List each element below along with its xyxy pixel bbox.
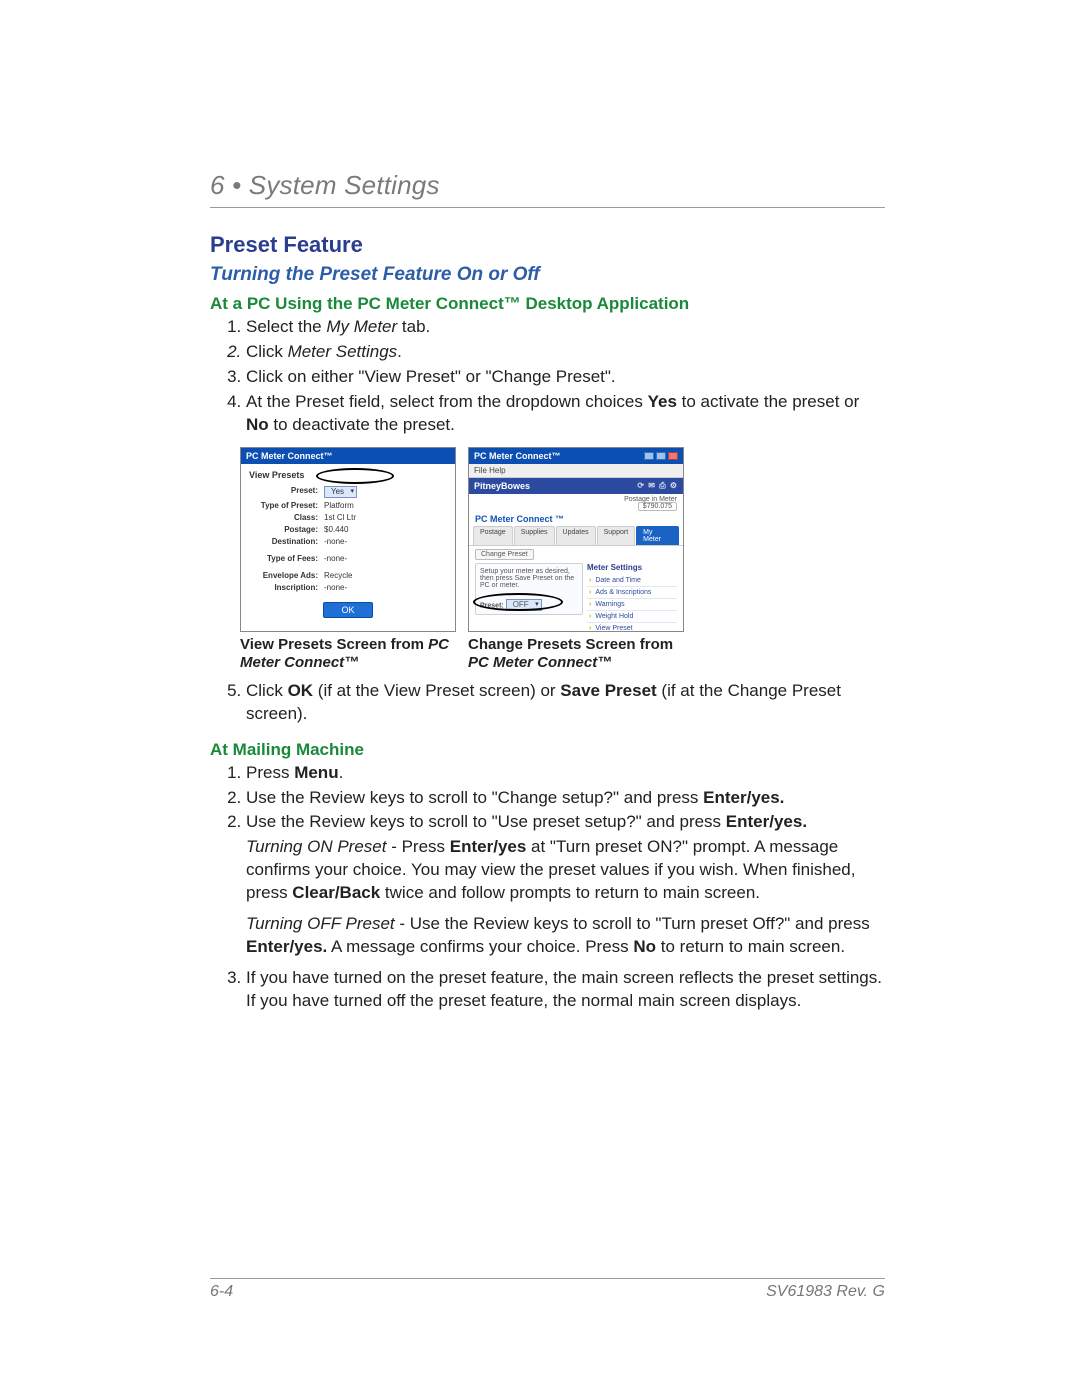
preset-select[interactable]: Yes xyxy=(324,486,357,498)
chapter-title: 6 • System Settings xyxy=(210,170,885,201)
mstep-on: Turning ON Preset - Press Enter/yes at "… xyxy=(246,836,885,905)
menu-bar[interactable]: File Help xyxy=(469,464,683,478)
menu-view-preset[interactable]: View Preset xyxy=(587,623,677,632)
step-1: Select the My Meter tab. xyxy=(246,316,885,339)
steps-pc-cont: Click OK (if at the View Preset screen) … xyxy=(210,680,885,726)
preset-select[interactable]: OFF xyxy=(506,599,542,611)
dialog-titlebar: PC Meter Connect™ xyxy=(241,448,455,464)
settings-heading: Meter Settings xyxy=(587,563,677,572)
figure-row: PC Meter Connect™ View Presets Preset:Ye… xyxy=(240,447,885,632)
figure-captions: View Presets Screen from PC Meter Connec… xyxy=(240,636,885,672)
menu-date-time[interactable]: Date and Time xyxy=(587,575,677,587)
page-footer: 6-4 SV61983 Rev. G xyxy=(210,1278,885,1301)
steps-pc: Select the My Meter tab. Click Meter Set… xyxy=(210,316,885,437)
subsection-heading: Turning the Preset Feature On or Off xyxy=(210,264,885,286)
tab-my-meter[interactable]: My Meter xyxy=(636,526,679,545)
tab-supplies[interactable]: Supplies xyxy=(514,526,555,545)
ok-button[interactable]: OK xyxy=(323,602,373,618)
dialog-heading: View Presets xyxy=(249,470,447,480)
document-page: 6 • System Settings Preset Feature Turni… xyxy=(0,0,1080,1397)
procedure-heading-machine: At Mailing Machine xyxy=(210,740,885,760)
panel-badge: Change Preset xyxy=(475,549,534,560)
procedure-heading-pc: At a PC Using the PC Meter Connect™ Desk… xyxy=(210,294,885,314)
toolbar-icons: ⟳ ✉ ⎙ ⚙ xyxy=(637,481,678,491)
steps-machine: Press Menu. Use the Review keys to scrol… xyxy=(210,762,885,1013)
maximize-icon[interactable] xyxy=(656,452,666,460)
caption-1: View Presets Screen from PC Meter Connec… xyxy=(240,636,456,672)
chapter-rule xyxy=(210,207,885,208)
menu-weight-hold[interactable]: Weight Hold xyxy=(587,611,677,623)
caption-2: Change Presets Screen from PC Meter Conn… xyxy=(468,636,684,672)
figure-view-presets: PC Meter Connect™ View Presets Preset:Ye… xyxy=(240,447,456,632)
doc-id: SV61983 Rev. G xyxy=(766,1283,885,1301)
step-2: Click Meter Settings. xyxy=(246,341,885,364)
mstep-2b: Use the Review keys to scroll to "Use pr… xyxy=(246,811,885,834)
mstep-1: Press Menu. xyxy=(246,762,885,785)
step-3: Click on either "View Preset" or "Change… xyxy=(246,366,885,389)
tab-updates[interactable]: Updates xyxy=(556,526,596,545)
window-titlebar: PC Meter Connect™ xyxy=(469,448,683,464)
step-5: Click OK (if at the View Preset screen) … xyxy=(246,680,885,726)
mstep-off: Turning OFF Preset - Use the Review keys… xyxy=(246,913,885,959)
close-icon[interactable] xyxy=(668,452,678,460)
brand-bar: PitneyBowes ⟳ ✉ ⎙ ⚙ xyxy=(469,478,683,494)
mstep-2: Use the Review keys to scroll to "Change… xyxy=(246,787,885,810)
app-title: PC Meter Connect ™ xyxy=(469,512,683,526)
section-heading: Preset Feature xyxy=(210,232,885,258)
tab-bar: Postage Supplies Updates Support My Mete… xyxy=(469,526,683,546)
minimize-icon[interactable] xyxy=(644,452,654,460)
menu-warnings[interactable]: Warnings xyxy=(587,599,677,611)
menu-ads[interactable]: Ads & Inscriptions xyxy=(587,587,677,599)
page-number: 6-4 xyxy=(210,1283,233,1301)
tab-postage[interactable]: Postage xyxy=(473,526,513,545)
tab-support[interactable]: Support xyxy=(597,526,636,545)
panel-hint: Setup your meter as desired, then press … xyxy=(480,568,578,589)
step-4: At the Preset field, select from the dro… xyxy=(246,391,885,437)
mstep-3: If you have turned on the preset feature… xyxy=(246,967,885,1013)
figure-change-preset: PC Meter Connect™ File Help PitneyBowes … xyxy=(468,447,684,632)
